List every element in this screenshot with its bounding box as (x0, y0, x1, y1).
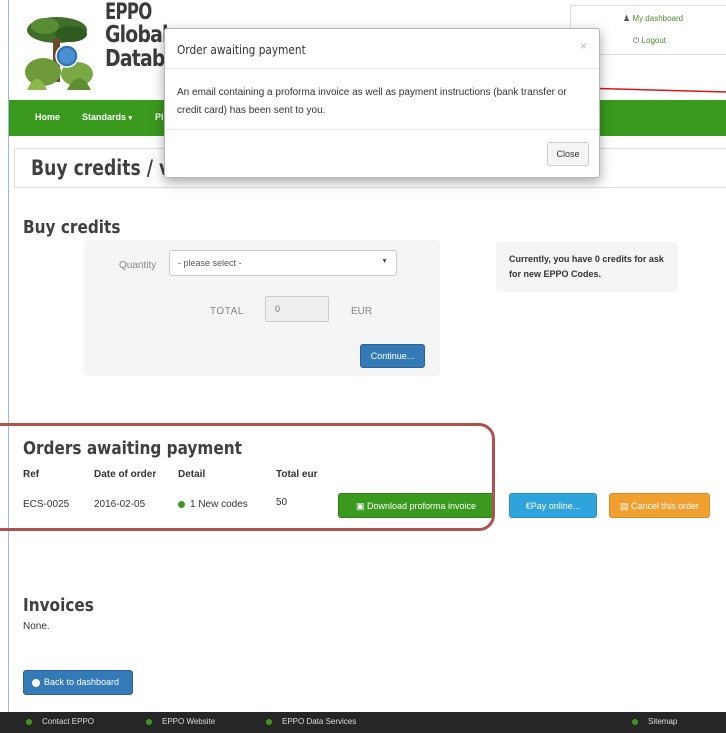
bullet-icon (632, 718, 638, 725)
bullet-icon (146, 718, 152, 725)
footer-link-data-services-label: EPPO Data Services (282, 717, 357, 726)
annotation-arrow-line (580, 87, 726, 93)
eppo-tree-logo-icon[interactable] (23, 10, 95, 90)
invoices-heading: Invoices (23, 595, 94, 616)
modal-message: An email containing a proforma invoice a… (177, 87, 567, 116)
total-label: TOTAL (210, 306, 244, 317)
cancel-order-button[interactable]: ▤ Cancel this order (609, 493, 710, 518)
credits-balance-info: Currently, you have 0 credits for ask fo… (496, 242, 678, 292)
annotation-highlight-box (0, 423, 495, 531)
user-icon: ♟ (623, 14, 631, 23)
bullet-icon (26, 718, 32, 725)
quantity-label: Quantity (119, 260, 157, 271)
quantity-select-value: - please select - (178, 258, 242, 268)
caret-down-icon: ▼ (381, 258, 388, 265)
power-icon: ⏻ (633, 36, 640, 45)
back-to-dashboard-button[interactable]: Back to dashboard (23, 670, 133, 695)
footer-link-contact[interactable]: Contact EPPO (26, 717, 94, 726)
currency-label: EUR (351, 306, 373, 317)
page: EPPO Global Datab ♟ My dashboard ⏻ Logou… (0, 0, 726, 733)
nav-item-standards[interactable]: Standards ▾ (82, 112, 132, 122)
footer-link-website[interactable]: EPPO Website (146, 717, 215, 726)
footer-link-contact-label: Contact EPPO (42, 717, 95, 726)
nav-item-standards-label: Standards (82, 112, 127, 122)
quantity-select[interactable]: - please select - ▼ (169, 250, 397, 276)
footer-link-data-services[interactable]: EPPO Data Services (266, 717, 356, 726)
close-icon[interactable]: × (580, 39, 587, 53)
my-dashboard-link[interactable]: ♟ My dashboard (623, 14, 683, 23)
footer-link-sitemap[interactable]: Sitemap (632, 717, 677, 726)
bullet-icon (266, 718, 272, 725)
order-awaiting-payment-modal: Order awaiting payment × An email contai… (164, 28, 600, 178)
continue-button[interactable]: Continue... (360, 344, 425, 368)
pay-online-label: Pay online... (530, 501, 581, 511)
modal-title: Order awaiting payment (177, 43, 306, 57)
arrow-left-circle-icon (32, 678, 40, 687)
cancel-order-label: Cancel this order (630, 501, 700, 511)
trash-icon: ▤ (619, 501, 629, 511)
footer-link-website-label: EPPO Website (162, 717, 216, 726)
modal-footer: Close (165, 129, 599, 177)
close-button[interactable]: Close (547, 142, 589, 166)
buy-credits-form: Quantity - please select - ▼ TOTAL 0 EUR… (84, 240, 440, 376)
back-to-dashboard-label: Back to dashboard (44, 677, 120, 687)
nav-item-home[interactable]: Home (35, 112, 60, 122)
logo-text-database: Datab (105, 46, 165, 72)
logout-label: Logout (641, 36, 667, 45)
total-field: 0 (265, 296, 329, 322)
site-footer: Contact EPPO EPPO Website EPPO Data Serv… (0, 712, 726, 733)
logo-text-global: Global (105, 22, 169, 48)
caret-down-icon: ▾ (128, 115, 133, 122)
invoices-empty-text: None. (23, 621, 50, 632)
page-title: Buy credits / vi (31, 156, 177, 180)
footer-link-sitemap-label: Sitemap (648, 717, 678, 726)
modal-header: Order awaiting payment × (165, 29, 599, 69)
my-dashboard-label: My dashboard (632, 14, 684, 23)
pay-online-button[interactable]: €Pay online... (509, 493, 597, 518)
logout-link[interactable]: ⏻ Logout (633, 36, 666, 46)
nav-item-partial[interactable]: Pl (155, 112, 164, 122)
buy-credits-heading: Buy credits (23, 217, 121, 238)
